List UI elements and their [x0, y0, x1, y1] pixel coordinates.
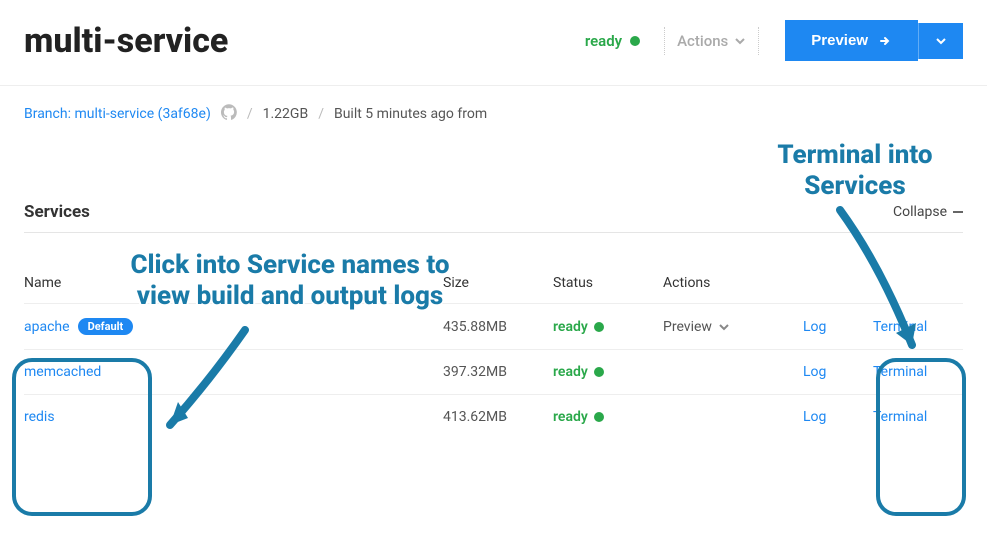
- table-row: redis 413.62MB ready Log Terminal: [24, 394, 963, 439]
- actions-label: Actions: [677, 32, 728, 50]
- chevron-down-icon: [935, 35, 947, 47]
- service-name: memcached: [24, 364, 101, 380]
- service-name-link[interactable]: redis: [24, 409, 443, 425]
- log-link[interactable]: Log: [803, 319, 873, 335]
- table-header: Name Size Status Actions: [24, 233, 963, 303]
- branch-link[interactable]: Branch: multi-service (3af68e): [24, 106, 211, 122]
- terminal-link[interactable]: Terminal: [873, 364, 963, 380]
- status-text: ready: [553, 409, 588, 425]
- service-size: 397.32MB: [443, 364, 553, 380]
- separator-slash: /: [247, 106, 253, 122]
- collapse-label: Collapse: [893, 204, 947, 220]
- meta-row: Branch: multi-service (3af68e) / 1.22GB …: [0, 86, 987, 134]
- commit-hash: 3af68e: [162, 106, 206, 122]
- col-status: Status: [553, 275, 663, 291]
- separator: [664, 27, 665, 55]
- service-name: apache: [24, 319, 70, 335]
- action-label: Preview: [663, 319, 712, 335]
- service-status: ready: [553, 319, 663, 335]
- project-size: 1.22GB: [263, 106, 309, 122]
- col-name: Name: [24, 275, 443, 291]
- actions-dropdown[interactable]: Actions: [677, 32, 746, 50]
- terminal-link[interactable]: Terminal: [873, 319, 963, 335]
- service-size: 413.62MB: [443, 409, 553, 425]
- status-dot-icon: [630, 36, 640, 46]
- preview-caret-button[interactable]: [918, 23, 963, 59]
- service-name: redis: [24, 409, 55, 425]
- service-size: 435.88MB: [443, 319, 553, 335]
- separator-slash: /: [318, 106, 324, 122]
- external-link-icon: [878, 34, 892, 48]
- status-dot-icon: [594, 322, 604, 332]
- built-time: Built 5 minutes ago from: [334, 106, 487, 122]
- terminal-link[interactable]: Terminal: [873, 409, 963, 425]
- table-row: memcached 397.32MB ready Log Terminal: [24, 349, 963, 394]
- service-name-link[interactable]: memcached: [24, 364, 443, 380]
- log-link[interactable]: Log: [803, 364, 873, 380]
- log-link[interactable]: Log: [803, 409, 873, 425]
- separator: [758, 27, 759, 55]
- collapse-button[interactable]: Collapse: [893, 204, 963, 220]
- minus-icon: [953, 211, 963, 213]
- services-section-title: Services: [24, 202, 893, 222]
- service-status: ready: [553, 364, 663, 380]
- status-text: ready: [585, 32, 622, 50]
- table-row: apache Default 435.88MB ready Preview Lo…: [24, 303, 963, 349]
- status-text: ready: [553, 364, 588, 380]
- github-icon[interactable]: [221, 104, 237, 124]
- status-dot-icon: [594, 412, 604, 422]
- services-table: Name Size Status Actions apache Default …: [24, 232, 963, 439]
- default-badge: Default: [78, 318, 134, 335]
- col-size: Size: [443, 275, 553, 291]
- service-status: ready: [553, 409, 663, 425]
- col-actions: Actions: [663, 275, 803, 291]
- page-title: multi-service: [24, 21, 585, 61]
- preview-label: Preview: [811, 32, 868, 49]
- branch-name: multi-service: [74, 106, 154, 122]
- chevron-down-icon: [734, 35, 746, 47]
- service-action-preview[interactable]: Preview: [663, 319, 803, 335]
- preview-button[interactable]: Preview: [785, 20, 918, 61]
- status-text: ready: [553, 319, 588, 335]
- service-name-link[interactable]: apache Default: [24, 318, 443, 335]
- status-ready: ready: [585, 32, 640, 50]
- status-dot-icon: [594, 367, 604, 377]
- chevron-down-icon: [718, 321, 730, 333]
- branch-label: Branch:: [24, 106, 71, 122]
